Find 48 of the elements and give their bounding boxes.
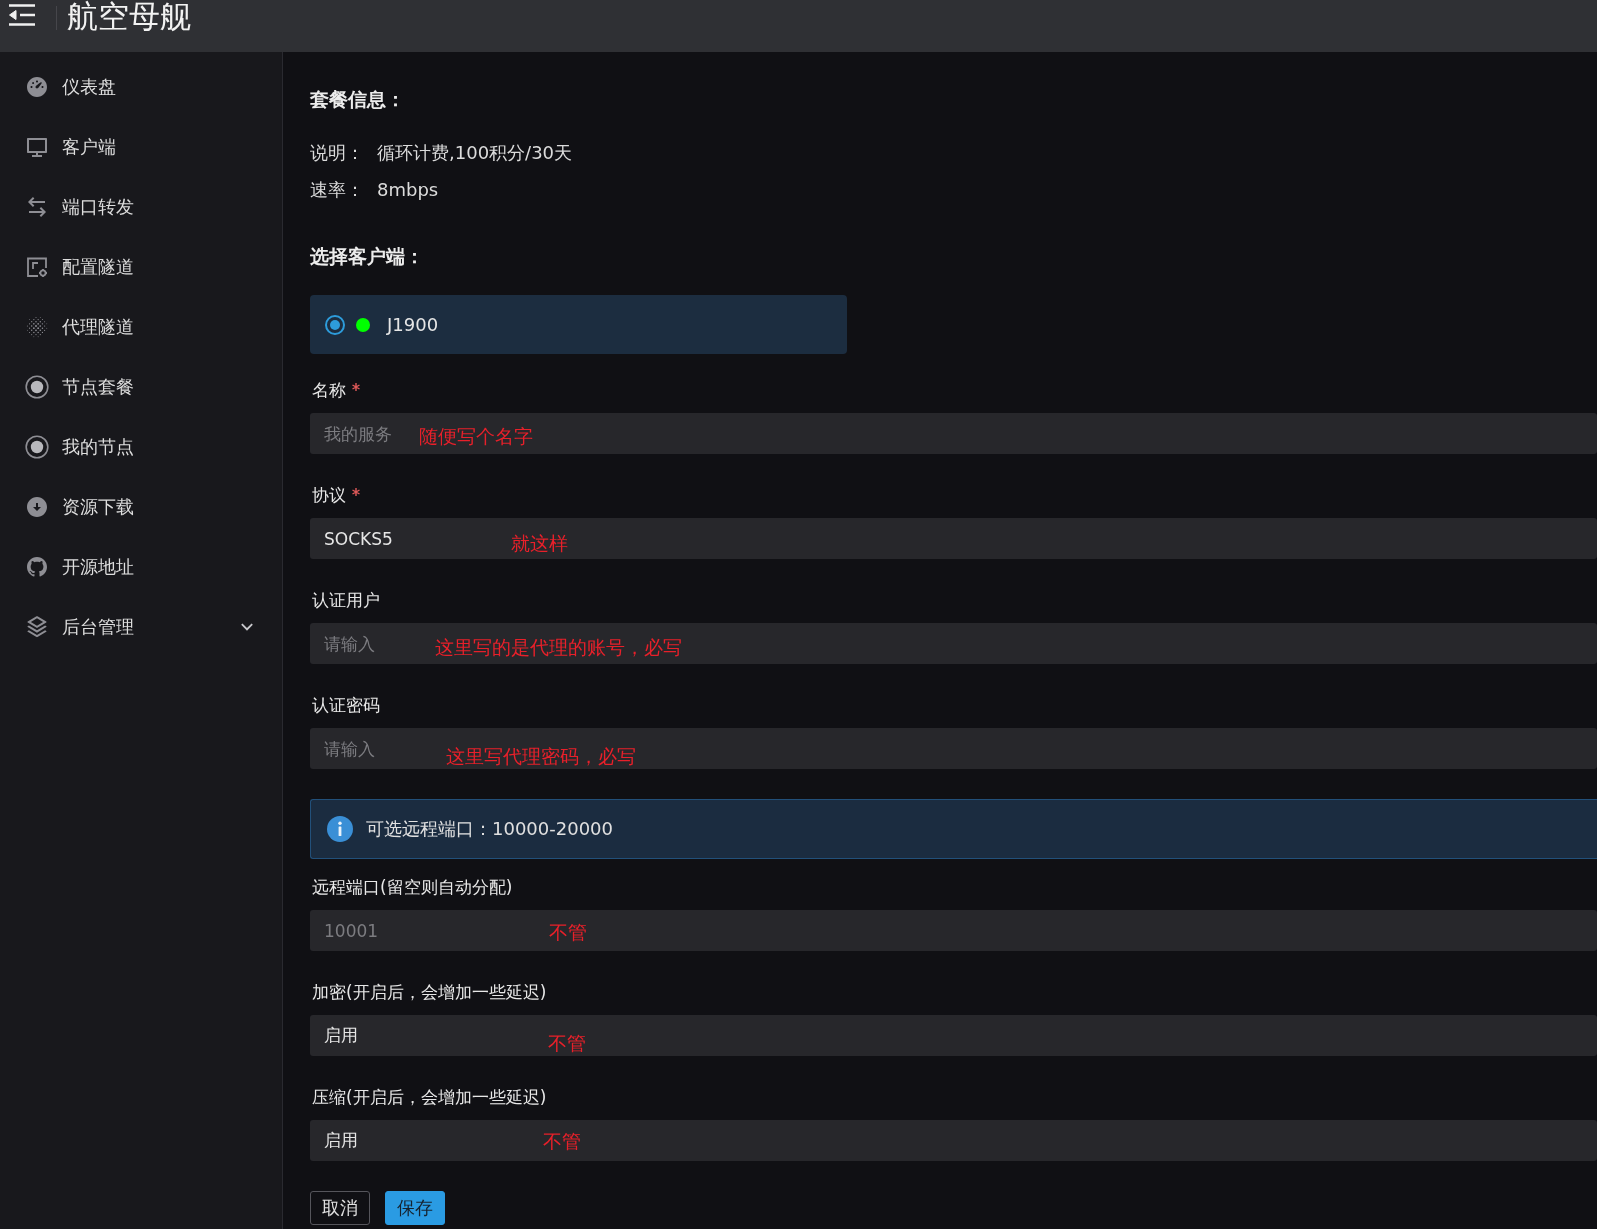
field-label: 认证用户 xyxy=(312,589,380,611)
annotation-text: 就这样 xyxy=(511,530,568,555)
section-title: 选择客户端： xyxy=(310,244,424,269)
app-title: 航空母舰 xyxy=(67,0,191,32)
save-button[interactable]: 保存 xyxy=(385,1191,445,1225)
cancel-button[interactable]: 取消 xyxy=(310,1191,370,1225)
sidebar-item[interactable]: 开源地址 xyxy=(0,537,282,597)
section-title: 套餐信息： xyxy=(310,87,405,112)
annotation-text: 不管 xyxy=(543,1128,581,1153)
annotation-text: 这里写的是代理的账号，必写 xyxy=(435,634,682,659)
gauge-icon xyxy=(25,75,49,99)
field-label: 加密(开启后，会增加一些延迟) xyxy=(312,981,547,1003)
monitor-icon xyxy=(25,135,49,159)
field-label: 远程端口(留空则自动分配) xyxy=(312,876,513,898)
client-option[interactable]: J1900 xyxy=(310,295,847,354)
swap-arrows-icon xyxy=(25,195,49,219)
ring-dot-icon xyxy=(25,375,49,399)
annotation-text: 不管 xyxy=(549,919,587,944)
info-label: 说明： xyxy=(310,141,365,165)
field-label: 协议 xyxy=(312,484,346,506)
sidebar-item[interactable]: 节点套餐 xyxy=(0,357,282,417)
annotation-text: 随便写个名字 xyxy=(419,423,533,448)
annotation-text: 不管 xyxy=(548,1030,586,1055)
sidebar-item[interactable]: 代理隧道 xyxy=(0,297,282,357)
radio-button[interactable] xyxy=(325,314,345,335)
layers-icon xyxy=(25,615,49,639)
info-label: 速率： xyxy=(310,178,365,202)
menu-button[interactable] xyxy=(8,3,36,27)
ring-dot-icon xyxy=(25,435,49,459)
field-label: 名称 xyxy=(312,379,346,401)
field-label: 认证密码 xyxy=(312,694,380,716)
sidebar-item[interactable]: 我的节点 xyxy=(0,417,282,477)
menu-icon xyxy=(8,3,36,27)
info-icon xyxy=(327,816,353,842)
sidebar-item[interactable]: 端口转发 xyxy=(0,177,282,237)
sidebar-item[interactable]: 配置隧道 xyxy=(0,237,282,297)
frame-gear-icon xyxy=(25,255,49,279)
sidebar-item[interactable]: 客户端 xyxy=(0,117,282,177)
sidebar-item[interactable]: 资源下载 xyxy=(0,477,282,537)
notice-text: 可选远程端口：10000-20000 xyxy=(366,817,614,841)
info-value: 循环计费,100积分/30天 xyxy=(377,141,573,165)
download-icon xyxy=(25,495,49,519)
field-label: 压缩(开启后，会增加一些延迟) xyxy=(312,1086,547,1108)
sidebar-item[interactable]: 仪表盘 xyxy=(0,57,282,117)
sidebar-group[interactable]: 后台管理 xyxy=(0,597,282,657)
info-value: 8mbps xyxy=(377,178,440,202)
github-icon xyxy=(25,555,49,579)
annotation-text: 这里写代理密码，必写 xyxy=(446,743,636,768)
